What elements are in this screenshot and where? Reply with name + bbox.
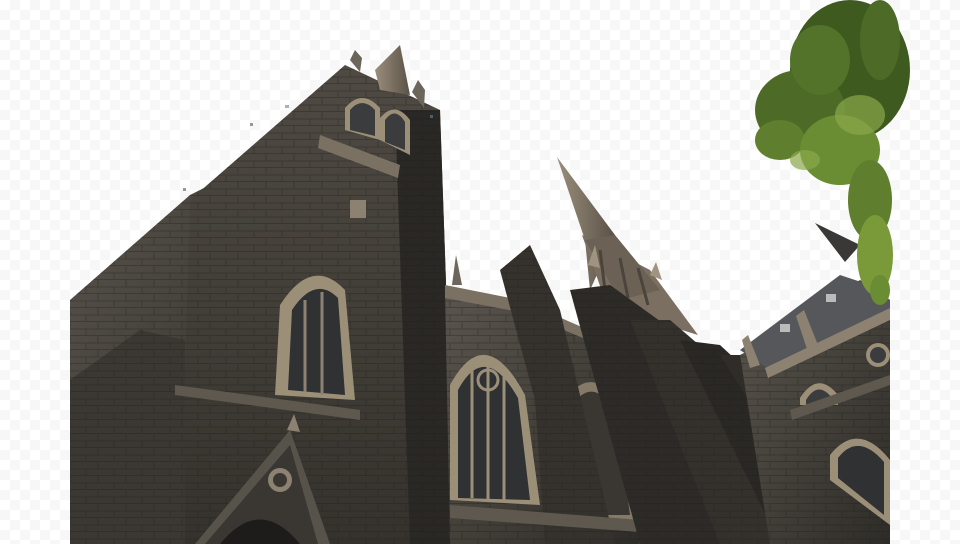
- main-bell-tower: [70, 45, 455, 544]
- cathedral-photo: [70, 0, 910, 544]
- photo-canvas: [0, 0, 960, 544]
- tower-emblem: [350, 200, 366, 218]
- tree-foliage: [755, 0, 910, 305]
